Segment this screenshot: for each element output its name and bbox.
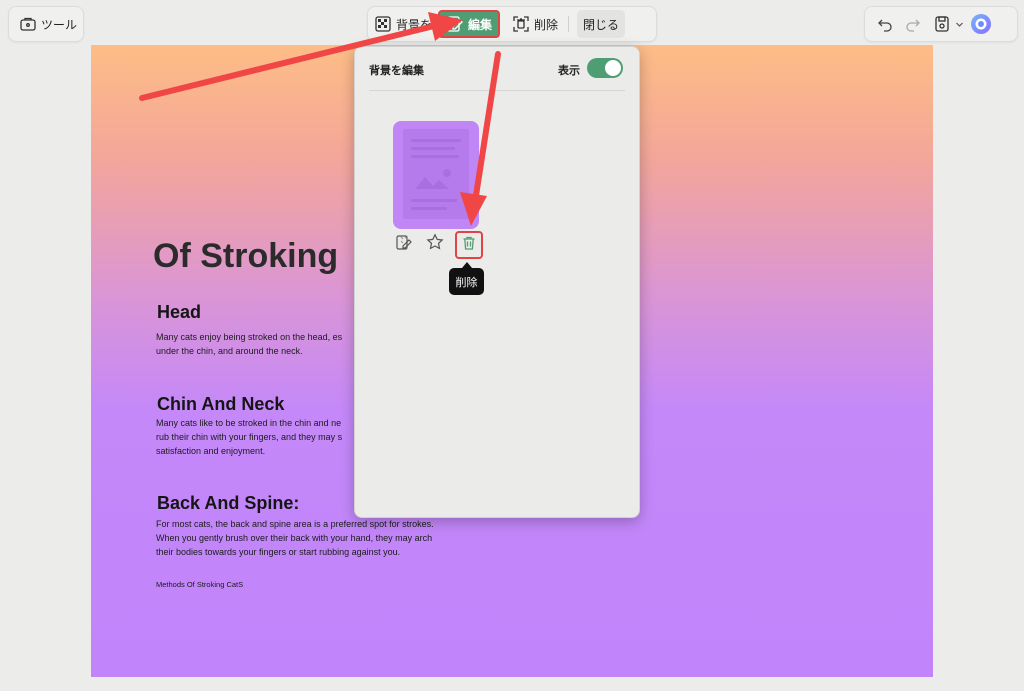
show-toggle[interactable]	[587, 58, 623, 78]
edit-icon	[395, 233, 413, 255]
toolbar-left: ツール	[8, 6, 84, 42]
save-button[interactable]	[927, 10, 966, 38]
background-icon	[374, 15, 392, 33]
toolbox-icon	[19, 15, 37, 33]
edit-label: 編集	[468, 17, 493, 32]
edit-background-button[interactable]: 編集	[438, 10, 501, 38]
delete-background-button[interactable]: 削除	[506, 10, 564, 38]
ai-assistant-icon	[970, 13, 992, 35]
ai-assistant-button[interactable]	[966, 10, 996, 38]
tools-label: ツール	[41, 17, 78, 32]
edit-background-icon	[446, 15, 464, 33]
tools-button[interactable]: ツール	[13, 10, 83, 38]
section-heading-back-spine: Back And Spine:	[157, 493, 300, 513]
undo-icon	[877, 16, 893, 32]
close-button[interactable]: 閉じる	[577, 10, 626, 38]
section-text-back-spine: For most cats, the back and spine area i…	[156, 519, 434, 557]
toolbar-right	[864, 6, 1018, 42]
background-thumbnail[interactable]	[393, 121, 479, 229]
delete-tooltip: 削除	[449, 262, 484, 295]
document-title: Of Stroking	[153, 237, 339, 275]
background-button[interactable]: 背景を	[368, 10, 438, 38]
panel-divider	[369, 90, 625, 91]
edit-thumbnail-button[interactable]	[393, 233, 415, 255]
background-label: 背景を	[396, 17, 433, 32]
favorite-button[interactable]	[424, 233, 446, 255]
section-heading-head: Head	[157, 302, 202, 322]
star-icon	[426, 233, 444, 255]
show-label: 表示	[558, 64, 580, 77]
redo-icon	[905, 16, 921, 32]
thumbnail-page-icon	[403, 129, 469, 219]
delete-background-icon	[512, 15, 530, 33]
toggle-knob	[605, 60, 621, 76]
toolbar-center: 背景を 編集 削除 閉じる	[367, 6, 657, 42]
trash-icon	[461, 235, 477, 255]
panel-title: 背景を編集	[369, 64, 424, 77]
save-icon	[933, 15, 951, 33]
section-heading-chin-neck: Chin And Neck	[157, 394, 285, 414]
undo-button[interactable]	[871, 10, 899, 38]
redo-button[interactable]	[899, 10, 927, 38]
document-footer: Methods Of Stroking CatS	[156, 580, 244, 589]
edit-background-panel: 背景を編集 表示	[354, 46, 640, 518]
chevron-down-icon[interactable]	[955, 20, 964, 29]
delete-label: 削除	[534, 17, 559, 32]
toolbar-separator	[568, 16, 570, 32]
delete-thumbnail-button[interactable]	[455, 231, 483, 259]
close-label: 閉じる	[583, 17, 620, 32]
